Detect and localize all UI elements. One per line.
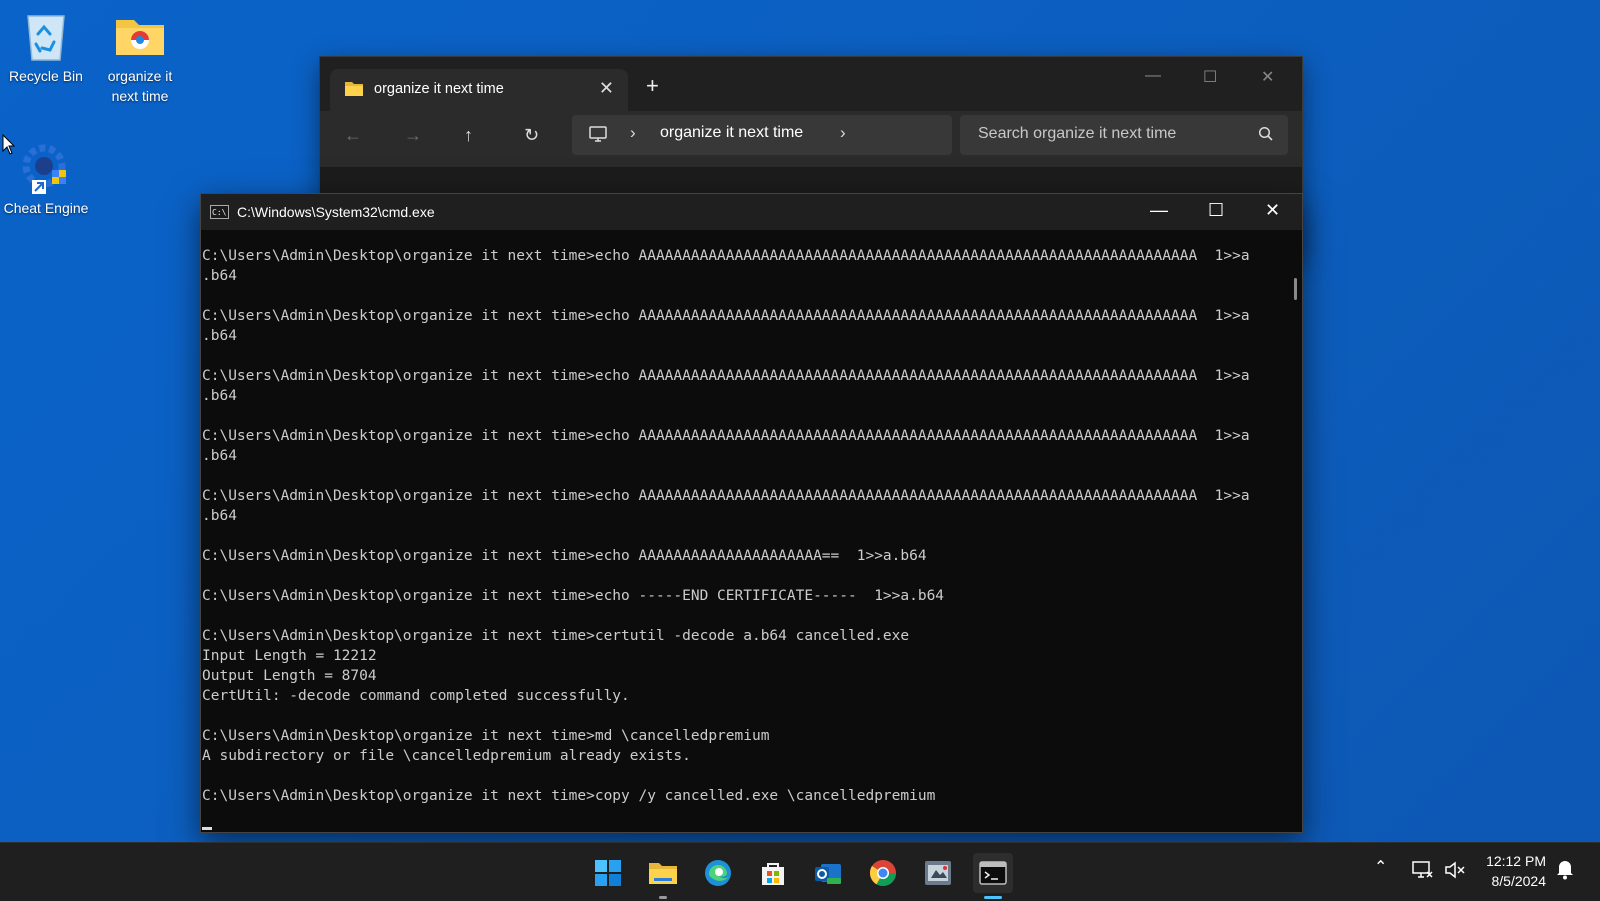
folder-icon	[116, 20, 164, 55]
console-line: .b64	[202, 328, 237, 344]
console-line: .b64	[202, 508, 237, 524]
cmd-console-output[interactable]: C:\Users\Admin\Desktop\organize it next …	[201, 230, 1286, 832]
search-icon	[1258, 126, 1273, 141]
desktop-icon-label: organize it next time	[107, 68, 173, 104]
cmd-app-icon: C:\	[210, 205, 229, 219]
explorer-tab-bar: organize it next time ✕ + — ☐ ✕	[320, 57, 1302, 111]
mouse-cursor-icon	[2, 134, 16, 155]
explorer-nav-bar: ← → ↑ ↻ › organize it next time › Search…	[320, 111, 1302, 167]
console-line: CertUtil: -decode command completed succ…	[202, 688, 630, 704]
taskbar-outlook[interactable]	[808, 853, 848, 893]
cmd-window[interactable]: C:\ C:\Windows\System32\cmd.exe — ☐ ✕ C:…	[200, 193, 1303, 833]
chevron-right-icon[interactable]: ›	[840, 123, 846, 143]
desktop-icon-folder[interactable]: organize it next time	[92, 8, 188, 106]
console-line: C:\Users\Admin\Desktop\organize it next …	[202, 308, 1250, 324]
console-line: C:\Users\Admin\Desktop\organize it next …	[202, 488, 1250, 504]
running-indicator	[984, 896, 1002, 899]
close-icon[interactable]: ✕	[1261, 67, 1274, 87]
close-icon[interactable]: ✕	[1265, 200, 1280, 221]
explorer-tab[interactable]: organize it next time ✕	[330, 69, 628, 111]
search-box[interactable]: Search organize it next time	[960, 115, 1288, 155]
console-line: Input Length = 12212	[202, 648, 377, 664]
edge-icon	[705, 860, 731, 886]
forward-icon[interactable]: →	[404, 125, 422, 146]
chevron-right-icon[interactable]: ›	[630, 123, 636, 143]
clock-time: 12:12 PM	[1486, 853, 1546, 869]
breadcrumb[interactable]: organize it next time	[660, 124, 803, 142]
console-line: .b64	[202, 388, 237, 404]
clock-date: 8/5/2024	[1491, 873, 1547, 889]
console-caret	[202, 827, 212, 830]
show-hidden-icons-chevron-icon[interactable]: ⌃	[1374, 857, 1387, 877]
taskbar-edge[interactable]	[698, 853, 738, 893]
outlook-icon	[815, 864, 841, 884]
minimize-icon[interactable]: —	[1150, 200, 1168, 221]
maximize-icon[interactable]: ☐	[1208, 200, 1224, 221]
console-line: C:\Users\Admin\Desktop\organize it next …	[202, 548, 927, 564]
folder-icon	[649, 863, 677, 884]
recycle-bin-icon	[27, 15, 65, 61]
console-line: C:\Users\Admin\Desktop\organize it next …	[202, 248, 1250, 264]
console-line: Output Length = 8704	[202, 668, 377, 684]
console-line: C:\Users\Admin\Desktop\organize it next …	[202, 628, 910, 644]
new-tab-icon[interactable]: +	[646, 73, 659, 99]
running-indicator	[659, 896, 667, 899]
maximize-icon[interactable]: ☐	[1203, 67, 1217, 87]
back-icon[interactable]: ←	[344, 125, 362, 146]
notification-bell-icon[interactable]	[1555, 858, 1575, 880]
cmd-window-title: C:\Windows\System32\cmd.exe	[237, 204, 435, 220]
store-icon	[762, 863, 784, 885]
cmd-scrollbar[interactable]	[1286, 230, 1302, 832]
console-line: C:\Users\Admin\Desktop\organize it next …	[202, 588, 945, 604]
console-line: C:\Users\Admin\Desktop\organize it next …	[202, 788, 936, 804]
cheat-engine-icon	[22, 144, 66, 194]
windows-logo-icon	[595, 860, 621, 886]
taskbar-store[interactable]	[753, 853, 793, 893]
folder-icon	[345, 82, 363, 96]
desktop-icon-label: Cheat Engine	[3, 200, 89, 216]
start-button[interactable]	[588, 853, 628, 893]
taskbar-app[interactable]	[918, 853, 958, 893]
console-line: A subdirectory or file \cancelledpremium…	[202, 748, 691, 764]
close-tab-icon[interactable]: ✕	[599, 78, 614, 99]
console-line: C:\Users\Admin\Desktop\organize it next …	[202, 368, 1250, 384]
refresh-icon[interactable]: ↻	[524, 125, 539, 146]
console-line: .b64	[202, 268, 237, 284]
up-icon[interactable]: ↑	[464, 125, 473, 146]
address-bar[interactable]: › organize it next time ›	[572, 115, 952, 155]
desktop-icon-label: Recycle Bin	[9, 68, 83, 84]
this-pc-icon	[589, 126, 607, 142]
explorer-tab-title: organize it next time	[374, 81, 504, 97]
terminal-icon	[979, 861, 1007, 885]
taskbar-chrome[interactable]	[863, 853, 903, 893]
taskbar-terminal[interactable]	[973, 853, 1013, 899]
scrollbar-thumb[interactable]	[1294, 278, 1297, 300]
system-clock[interactable]: 12:12 PM 8/5/2024	[1480, 851, 1546, 891]
console-line: C:\Users\Admin\Desktop\organize it next …	[202, 428, 1250, 444]
chrome-icon	[869, 860, 897, 887]
console-line: .b64	[202, 448, 237, 464]
console-line: C:\Users\Admin\Desktop\organize it next …	[202, 728, 770, 744]
search-placeholder: Search organize it next time	[978, 125, 1177, 142]
taskbar: ⌃ 12:12 PM 8/5/2024	[0, 842, 1600, 901]
volume-muted-icon[interactable]	[1444, 859, 1466, 881]
taskbar-file-explorer[interactable]	[643, 853, 683, 899]
cmd-title-bar[interactable]: C:\ C:\Windows\System32\cmd.exe — ☐ ✕	[201, 194, 1302, 230]
minimize-icon[interactable]: —	[1145, 67, 1161, 85]
desktop-icon-recycle-bin[interactable]: Recycle Bin	[0, 8, 94, 86]
application-icon	[925, 861, 951, 885]
network-icon[interactable]	[1412, 859, 1434, 881]
